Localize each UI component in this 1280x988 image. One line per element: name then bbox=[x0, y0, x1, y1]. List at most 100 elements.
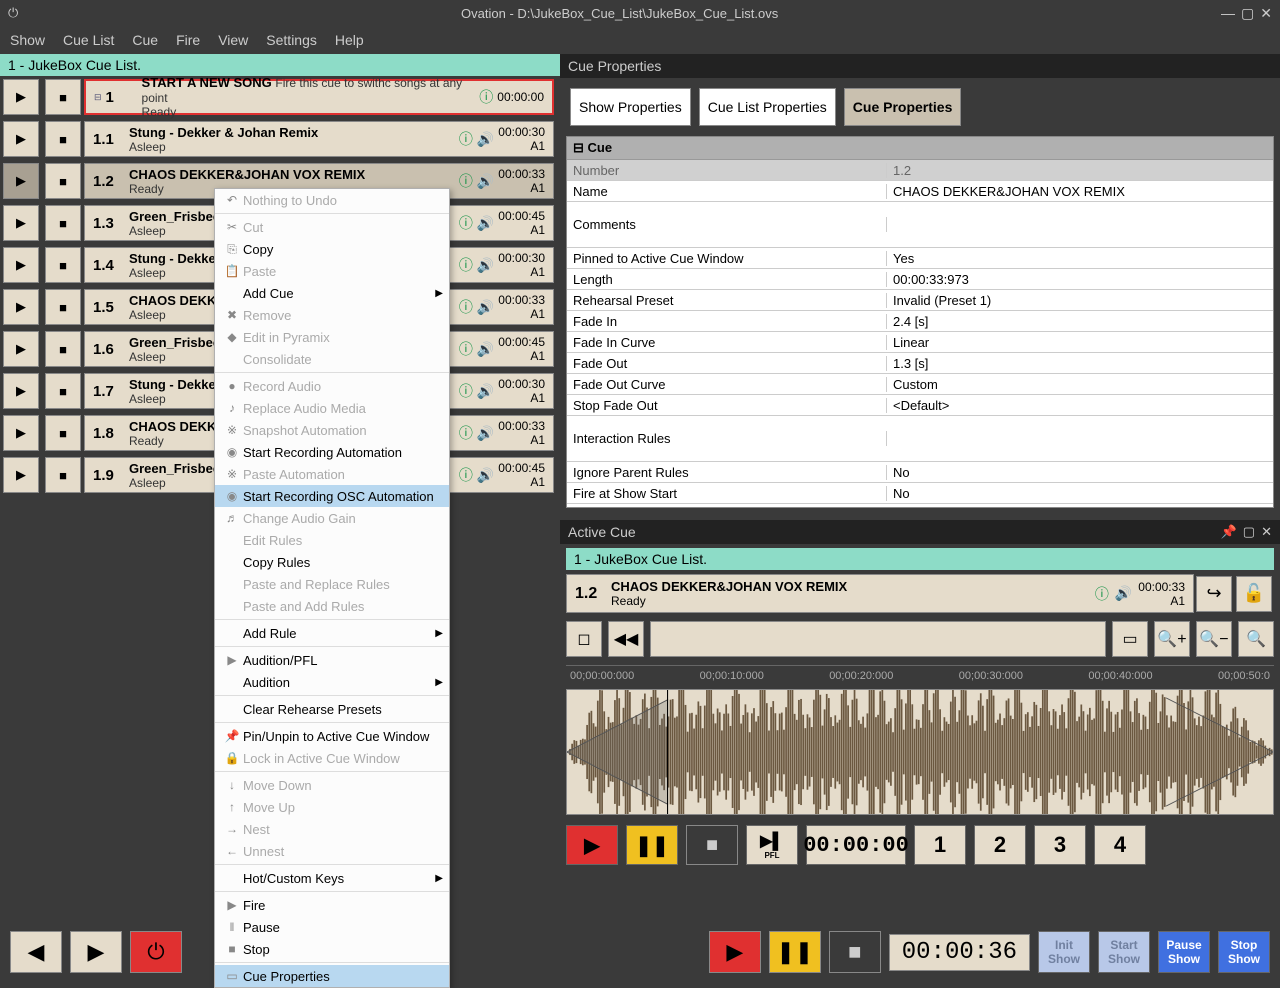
pin-icon[interactable]: 📌 bbox=[1221, 524, 1237, 540]
cue-play-button[interactable]: ▶ bbox=[3, 205, 39, 241]
cue-play-button[interactable]: ▶ bbox=[3, 331, 39, 367]
property-row[interactable]: Interaction Rules bbox=[567, 416, 1273, 462]
cue-play-button[interactable]: ▶ bbox=[3, 415, 39, 451]
zoom-fit-button[interactable]: ▭ bbox=[1112, 621, 1148, 657]
cue-stop-button[interactable]: ■ bbox=[45, 289, 81, 325]
property-row[interactable]: Stop Fade Out <Default> bbox=[567, 395, 1273, 416]
property-row[interactable]: Pinned to Active Cue Window Yes bbox=[567, 248, 1273, 269]
zoom-in-button[interactable]: 🔍+ bbox=[1154, 621, 1190, 657]
property-row[interactable]: Fade Out 1.3 [s] bbox=[567, 353, 1273, 374]
hotkey-1[interactable]: 1 bbox=[914, 825, 966, 865]
property-row[interactable]: Output Player bbox=[567, 504, 1273, 508]
link-button[interactable]: ↪ bbox=[1196, 576, 1232, 612]
menu-item[interactable]: ■ Stop bbox=[215, 938, 449, 960]
cue-play-button[interactable]: ▶ bbox=[3, 457, 39, 493]
menu-item[interactable]: 📌 Pin/Unpin to Active Cue Window bbox=[215, 725, 449, 747]
menu-view[interactable]: View bbox=[218, 32, 248, 48]
cue-stop-button[interactable]: ■ bbox=[45, 415, 81, 451]
cue-item[interactable]: ⊟ 1 START A NEW SONG Fire this cue to sw… bbox=[84, 79, 554, 115]
hotkey-3[interactable]: 3 bbox=[1034, 825, 1086, 865]
menu-fire[interactable]: Fire bbox=[176, 32, 200, 48]
property-row[interactable]: Fade In Curve Linear bbox=[567, 332, 1273, 353]
cue-play-button[interactable]: ▶ bbox=[3, 79, 39, 115]
menu-cue[interactable]: Cue bbox=[132, 32, 158, 48]
waveform-view[interactable] bbox=[566, 689, 1274, 815]
hotkey-4[interactable]: 4 bbox=[1094, 825, 1146, 865]
cue-play-button[interactable]: ▶ bbox=[3, 163, 39, 199]
tab-cue-properties[interactable]: Cue Properties bbox=[844, 88, 962, 126]
property-value[interactable]: 00:00:33:973 bbox=[887, 272, 1273, 287]
cue-play-button[interactable]: ▶ bbox=[3, 373, 39, 409]
global-pause-button[interactable]: ❚❚ bbox=[769, 931, 821, 973]
menu-item[interactable]: ◉ Start Recording Automation bbox=[215, 441, 449, 463]
power-button[interactable]: ⏻ bbox=[130, 931, 182, 973]
cue-stop-button[interactable]: ■ bbox=[45, 79, 81, 115]
fire-button[interactable]: ▶ bbox=[566, 825, 618, 865]
timeline-ruler[interactable]: 00;00:00:000 00;00:10:000 00;00:20:000 0… bbox=[566, 665, 1274, 685]
property-row[interactable]: Fire at Show Start No bbox=[567, 483, 1273, 504]
maximize-icon[interactable]: ▢ bbox=[1241, 5, 1254, 22]
property-row[interactable]: Fade In 2.4 [s] bbox=[567, 311, 1273, 332]
tab-show-properties[interactable]: Show Properties bbox=[570, 88, 691, 126]
power-icon[interactable]: ⏻ bbox=[8, 5, 18, 21]
menu-item[interactable]: ⎘ Copy bbox=[215, 238, 449, 260]
init-show-button[interactable]: InitShow bbox=[1038, 931, 1090, 973]
property-value[interactable]: 2.4 [s] bbox=[887, 314, 1273, 329]
property-row[interactable]: Fade Out Curve Custom bbox=[567, 374, 1273, 395]
cue-play-button[interactable]: ▶ bbox=[3, 247, 39, 283]
property-row[interactable]: Rehearsal Preset Invalid (Preset 1) bbox=[567, 290, 1273, 311]
menu-show[interactable]: Show bbox=[10, 32, 45, 48]
lock-button[interactable]: 🔓 bbox=[1236, 576, 1272, 612]
pause-button[interactable]: ❚❚ bbox=[626, 825, 678, 865]
property-value[interactable]: Linear bbox=[887, 335, 1273, 350]
menu-item[interactable]: Add Cue ▶ bbox=[215, 282, 449, 304]
property-value[interactable]: Custom bbox=[887, 377, 1273, 392]
stop-button[interactable]: ■ bbox=[686, 825, 738, 865]
menu-help[interactable]: Help bbox=[335, 32, 364, 48]
menu-item[interactable]: ▭ Cue Properties bbox=[215, 965, 449, 987]
property-row[interactable]: Name CHAOS DEKKER&JOHAN VOX REMIX bbox=[567, 181, 1273, 202]
context-menu[interactable]: ↶ Nothing to Undo ✂ Cut ⎘ Copy 📋 Paste A… bbox=[214, 188, 450, 988]
rewind-button[interactable]: ◀◀ bbox=[608, 621, 644, 657]
property-value[interactable]: Invalid (Preset 1) bbox=[887, 293, 1273, 308]
cue-stop-button[interactable]: ■ bbox=[45, 247, 81, 283]
prev-cue-button[interactable]: ◀ bbox=[10, 931, 62, 973]
global-stop-button[interactable]: ■ bbox=[829, 931, 881, 973]
menu-settings[interactable]: Settings bbox=[266, 32, 317, 48]
property-row[interactable]: Ignore Parent Rules No bbox=[567, 462, 1273, 483]
menu-item[interactable]: Clear Rehearse Presets bbox=[215, 698, 449, 720]
start-show-button[interactable]: StartShow bbox=[1098, 931, 1150, 973]
close-icon[interactable]: ✕ bbox=[1260, 5, 1272, 22]
menu-item[interactable]: ▶ Audition/PFL bbox=[215, 649, 449, 671]
hotkey-2[interactable]: 2 bbox=[974, 825, 1026, 865]
menu-item[interactable]: Add Rule ▶ bbox=[215, 622, 449, 644]
cue-play-button[interactable]: ▶ bbox=[3, 121, 39, 157]
property-row[interactable]: Length 00:00:33:973 bbox=[567, 269, 1273, 290]
property-value[interactable]: No bbox=[887, 465, 1273, 480]
global-fire-button[interactable]: ▶ bbox=[709, 931, 761, 973]
zoom-out-button[interactable]: 🔍− bbox=[1196, 621, 1232, 657]
property-value[interactable]: 1.2 bbox=[887, 163, 1273, 178]
marker-button[interactable]: ◻ bbox=[566, 621, 602, 657]
menu-item[interactable]: Audition ▶ bbox=[215, 671, 449, 693]
menu-cue-list[interactable]: Cue List bbox=[63, 32, 114, 48]
menu-item[interactable]: Copy Rules bbox=[215, 551, 449, 573]
tab-cue-list-properties[interactable]: Cue List Properties bbox=[699, 88, 836, 126]
cue-stop-button[interactable]: ■ bbox=[45, 121, 81, 157]
cue-stop-button[interactable]: ■ bbox=[45, 331, 81, 367]
cue-stop-button[interactable]: ■ bbox=[45, 373, 81, 409]
menu-item[interactable]: ◉ Start Recording OSC Automation bbox=[215, 485, 449, 507]
active-cue-bar[interactable]: 1.2 CHAOS DEKKER&JOHAN VOX REMIX Ready ⓘ… bbox=[566, 574, 1194, 613]
next-cue-button[interactable]: ▶ bbox=[70, 931, 122, 973]
property-grid[interactable]: ⊟ Cue Number 1.2Name CHAOS DEKKER&JOHAN … bbox=[566, 136, 1274, 508]
property-value[interactable]: Yes bbox=[887, 251, 1273, 266]
property-value[interactable]: CHAOS DEKKER&JOHAN VOX REMIX bbox=[887, 184, 1273, 199]
stop-show-button[interactable]: StopShow bbox=[1218, 931, 1270, 973]
pause-show-button[interactable]: PauseShow bbox=[1158, 931, 1210, 973]
property-value[interactable]: 1.3 [s] bbox=[887, 356, 1273, 371]
cue-stop-button[interactable]: ■ bbox=[45, 205, 81, 241]
cue-stop-button[interactable]: ■ bbox=[45, 457, 81, 493]
minimize-icon[interactable]: — bbox=[1221, 5, 1235, 22]
collapse-icon[interactable]: ⊟ bbox=[94, 92, 102, 103]
prop-section-cue[interactable]: ⊟ Cue bbox=[567, 137, 1273, 160]
